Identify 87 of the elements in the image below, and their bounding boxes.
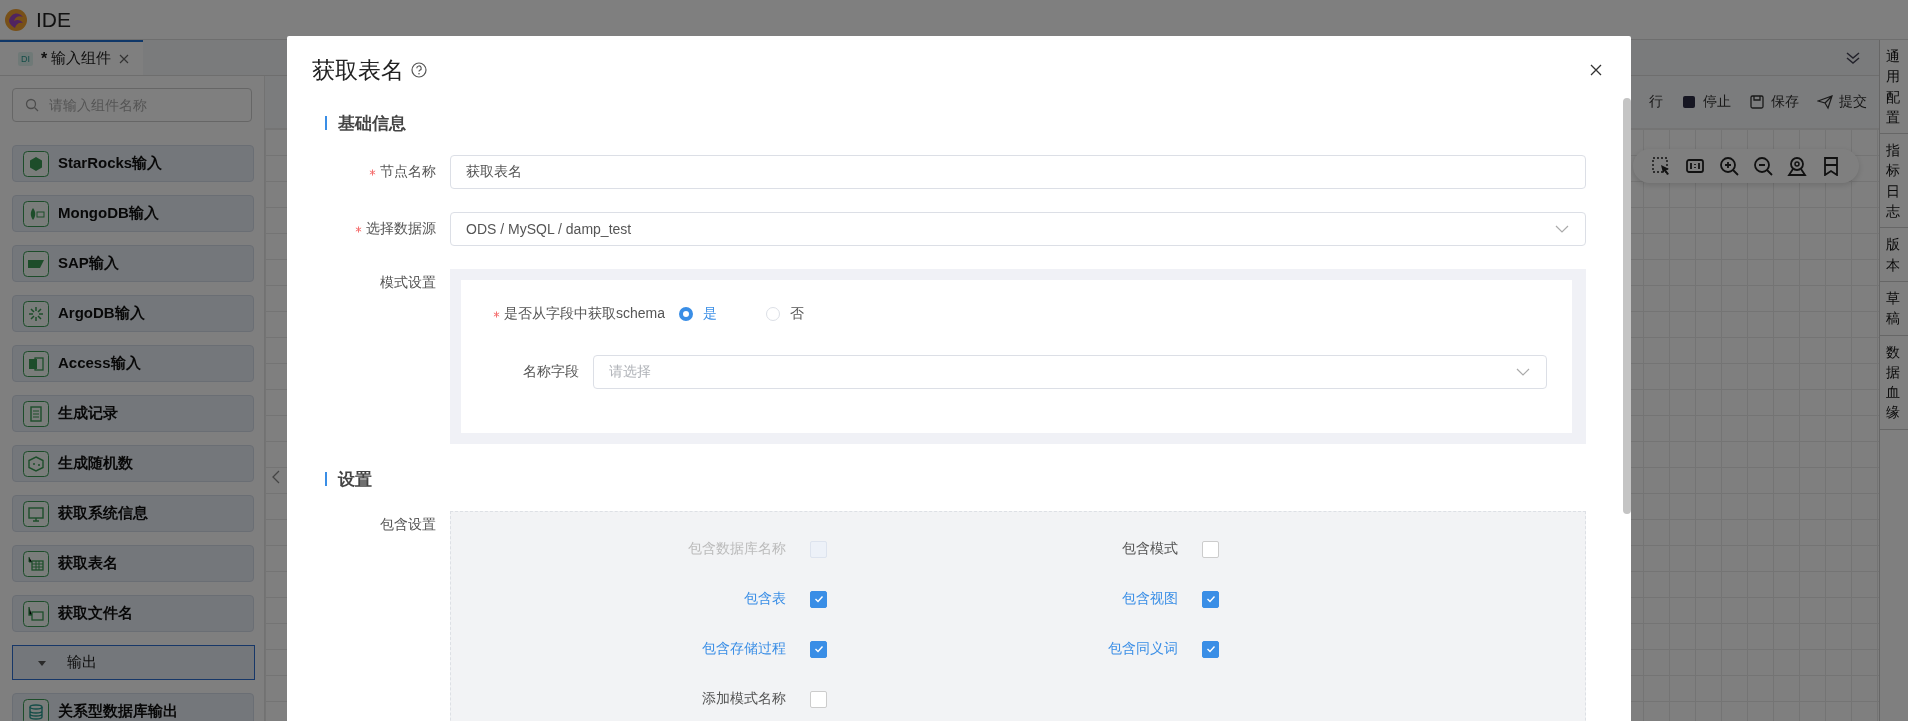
component-item[interactable]: 关系型数据库输出 [12, 693, 254, 721]
component-icon [23, 350, 49, 377]
component-item[interactable]: 生成随机数 [12, 445, 254, 482]
checkbox-label: 包含表 [743, 590, 786, 608]
field-label: 是否从字段中获取schema [504, 305, 666, 323]
component-icon [23, 300, 49, 327]
group-header[interactable]: 输出 [12, 645, 255, 680]
chevron-down-icon [1555, 225, 1569, 233]
section-marker [325, 472, 327, 486]
side-tab[interactable]: 指标日志 [1880, 134, 1908, 229]
component-item[interactable]: ArgoDB输入 [12, 295, 254, 332]
component-icon [23, 550, 49, 577]
double-chevron-icon [1845, 49, 1861, 66]
checkbox-label: 包含模式 [1121, 540, 1178, 558]
checkbox[interactable] [1202, 590, 1219, 608]
collapse-icon [271, 469, 281, 485]
check-icon [1204, 643, 1217, 655]
component-item[interactable]: MongoDB输入 [12, 195, 254, 232]
bookmark-icon[interactable] [1821, 156, 1841, 176]
checkbox[interactable] [1202, 540, 1219, 558]
field-label: 模式设置 [380, 274, 436, 292]
location-icon[interactable] [1787, 156, 1807, 176]
checkbox[interactable] [810, 690, 827, 708]
field-label: 包含设置 [380, 516, 436, 534]
component-icon [23, 150, 49, 177]
section-marker [325, 116, 327, 130]
chevron-down-icon [1516, 368, 1530, 376]
radio-option[interactable]: 是 [679, 305, 718, 323]
checkbox-label: 包含数据库名称 [687, 540, 786, 558]
component-item[interactable]: SAP输入 [12, 245, 254, 282]
logo-icon [4, 7, 28, 32]
component-icon [23, 450, 49, 477]
fit-icon[interactable] [1685, 156, 1705, 176]
field-label: 名称字段 [522, 363, 580, 381]
toolbar-button[interactable]: 提交 [1817, 93, 1867, 111]
close-icon[interactable] [1589, 63, 1603, 77]
side-tab[interactable]: 数据血缘 [1880, 335, 1908, 430]
component-item[interactable]: 获取系统信息 [12, 495, 254, 532]
check-icon [1204, 593, 1217, 605]
tab-label: 输入组件 [51, 49, 112, 68]
checkbox-label: 添加模式名称 [701, 690, 786, 708]
search-icon [25, 98, 39, 112]
component-item[interactable]: 生成记录 [12, 395, 254, 432]
component-icon [23, 400, 49, 427]
section-title: 基础信息 [338, 112, 406, 135]
checkbox-label: 包含视图 [1121, 590, 1178, 608]
component-item[interactable]: 获取文件名 [12, 595, 254, 632]
tab-badge: DI [18, 51, 33, 66]
component-item[interactable]: 获取表名 [12, 545, 254, 582]
check-icon [812, 593, 825, 605]
checkbox[interactable] [1202, 640, 1219, 658]
stop-icon [1681, 94, 1697, 110]
dialog-title: 获取表名 [312, 55, 404, 85]
send-icon [1817, 94, 1833, 110]
toolbar-button[interactable]: 行 [1649, 93, 1663, 111]
check-icon [812, 643, 825, 655]
select-field[interactable]: ODS / MySQL / damp_test [450, 212, 1586, 246]
section-title: 设置 [338, 468, 372, 491]
checkbox-label: 包含存储过程 [701, 640, 786, 658]
app-title: IDE [36, 7, 71, 32]
checkbox[interactable] [810, 590, 827, 608]
help-icon [411, 62, 427, 78]
zoom-in-icon[interactable] [1719, 156, 1739, 176]
zoom-out-icon[interactable] [1753, 156, 1773, 176]
component-item[interactable]: StarRocks输入 [12, 145, 254, 182]
component-icon [23, 600, 49, 627]
component-icon [23, 500, 49, 527]
side-tab[interactable]: 草稿 [1880, 281, 1908, 336]
side-tab[interactable]: 版本 [1880, 228, 1908, 282]
save-icon [1749, 94, 1765, 110]
side-tab[interactable]: 通用配置 [1880, 40, 1908, 135]
radio-option[interactable]: 否 [766, 305, 805, 323]
checkbox[interactable] [810, 640, 827, 658]
text-field[interactable]: 获取表名 [450, 155, 1586, 189]
component-icon [23, 200, 49, 227]
checkbox-label: 包含同义词 [1107, 640, 1178, 658]
toolbar-button[interactable]: 停止 [1681, 93, 1731, 111]
editor-tab[interactable]: DI * 输入组件 [0, 40, 144, 75]
modified-mark: * [41, 49, 48, 68]
close-icon [119, 53, 130, 64]
toolbar-button[interactable]: 保存 [1749, 93, 1799, 111]
component-icon [23, 250, 49, 277]
component-icon [23, 698, 49, 721]
field-label: 选择数据源 [366, 220, 436, 238]
field-label: 节点名称 [380, 163, 436, 181]
select-icon[interactable] [1651, 156, 1671, 176]
component-item[interactable]: Access输入 [12, 345, 254, 382]
